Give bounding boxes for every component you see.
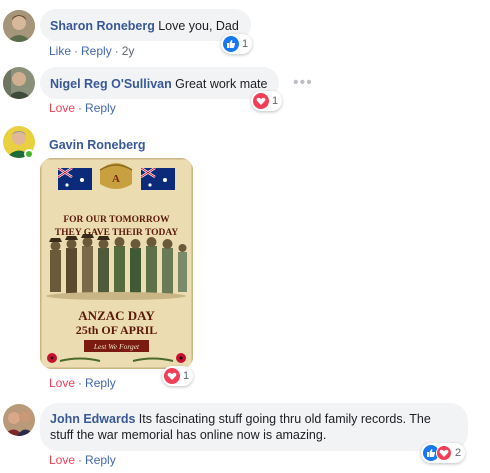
comment-actions: Like · Reply · 2y — [49, 44, 134, 58]
separator: · — [78, 101, 83, 115]
heart-icon — [253, 93, 269, 109]
comment-author[interactable]: John Edwards — [50, 412, 135, 426]
reaction-number: 1 — [242, 38, 249, 50]
heart-icon — [164, 368, 180, 384]
separator: · — [74, 44, 79, 58]
reply-link[interactable]: Reply — [81, 44, 112, 58]
comment-actions: Love · Reply — [49, 453, 116, 467]
reaction-number: 1 — [183, 370, 190, 382]
love-link[interactable]: Love — [49, 453, 75, 467]
like-link[interactable]: Like — [49, 44, 71, 58]
more-options-icon[interactable]: ••• — [293, 74, 313, 92]
reply-link[interactable]: Reply — [85, 376, 116, 390]
separator: · — [114, 44, 119, 58]
poster-title: ANZAC DAY — [78, 308, 155, 323]
comment-text: Great work mate — [175, 77, 268, 91]
heart-icon — [436, 445, 452, 461]
comment-author[interactable]: Gavin Roneberg — [49, 138, 146, 152]
poster-banner: Lest We Forget — [93, 342, 140, 351]
poster-line1: FOR OUR TOMORROW — [63, 215, 170, 225]
reply-link[interactable]: Reply — [85, 101, 116, 115]
comment-bubble: Sharon Roneberg Love you, Dad — [40, 9, 251, 41]
comment-text: Love you, Dad — [158, 19, 239, 33]
love-link[interactable]: Love — [49, 101, 75, 115]
comment-author-row: Gavin Roneberg — [49, 138, 146, 152]
comment-actions: Love · Reply — [49, 101, 116, 115]
reply-link[interactable]: Reply — [85, 453, 116, 467]
reaction-count[interactable]: 1 — [251, 91, 283, 111]
comment-bubble: John Edwards Its fascinating stuff going… — [40, 403, 468, 451]
comment-actions: Love · Reply — [49, 376, 116, 390]
reaction-count[interactable]: 1 — [162, 366, 194, 386]
love-link[interactable]: Love — [49, 376, 75, 390]
comment-author[interactable]: Nigel Reg O'Sullivan — [50, 77, 172, 91]
svg-text:A: A — [112, 173, 120, 185]
separator: · — [78, 376, 83, 390]
reaction-count[interactable]: 1 — [221, 34, 253, 54]
attached-image[interactable]: A FOR OUR TOMORROW THEY GAVE THEIR TODAY — [40, 158, 193, 369]
comment-author[interactable]: Sharon Roneberg — [50, 19, 155, 33]
reaction-number: 1 — [272, 95, 279, 107]
reaction-number: 2 — [455, 447, 462, 459]
reaction-count[interactable]: 2 — [421, 443, 466, 463]
like-icon — [223, 36, 239, 52]
timestamp[interactable]: 2y — [122, 44, 135, 58]
avatar[interactable] — [3, 404, 35, 436]
comment-bubble: Nigel Reg O'Sullivan Great work mate — [40, 67, 280, 99]
poster-date: 25th OF APRIL — [76, 323, 158, 337]
avatar[interactable] — [3, 67, 35, 99]
avatar[interactable] — [3, 10, 35, 42]
separator: · — [78, 453, 83, 467]
online-indicator — [24, 149, 34, 159]
